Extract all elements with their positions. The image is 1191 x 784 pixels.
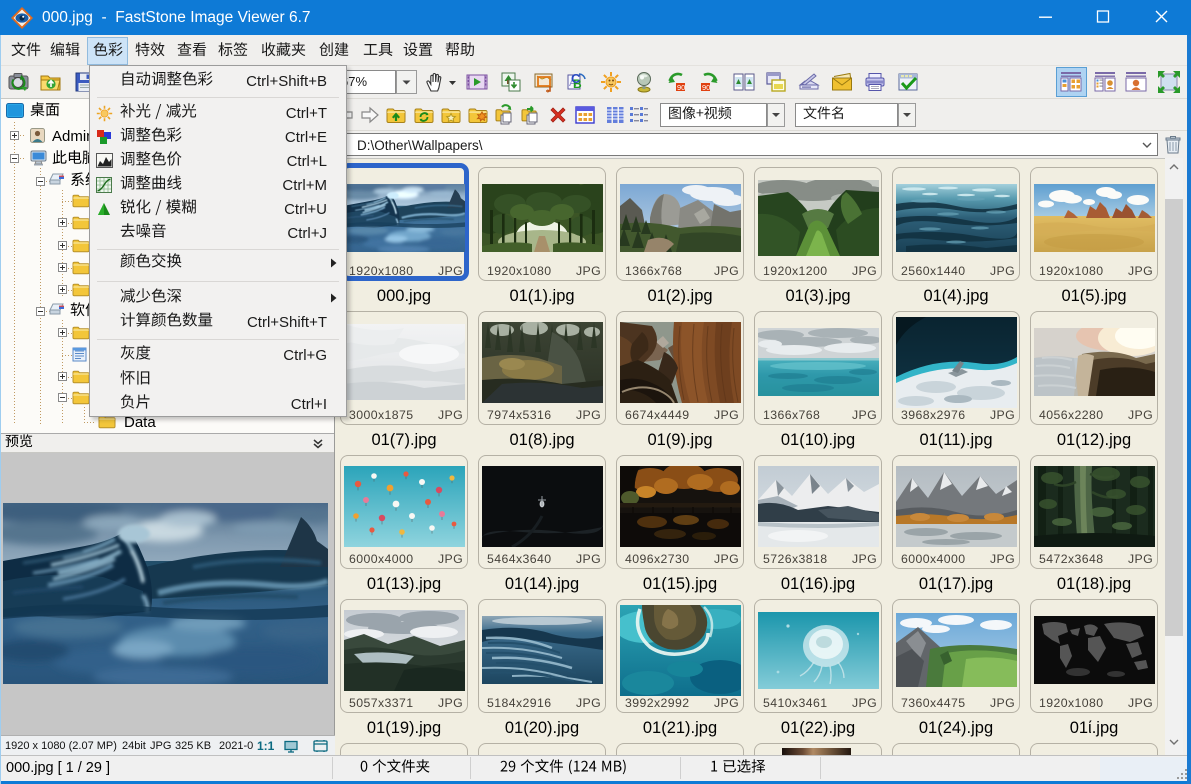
svg-text:90: 90 — [702, 83, 710, 92]
svg-text:90: 90 — [677, 83, 685, 92]
svg-text:C: C — [571, 71, 581, 86]
